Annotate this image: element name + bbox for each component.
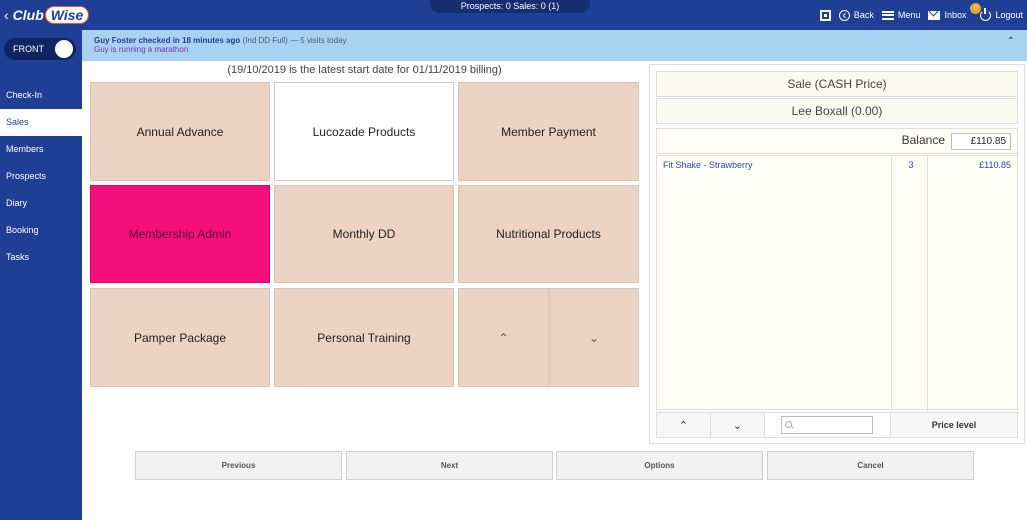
sidebar-item-check-in[interactable]: Check-In	[0, 82, 82, 109]
options-button[interactable]: Options	[556, 451, 763, 480]
sidebar-item-tasks[interactable]: Tasks	[0, 244, 82, 271]
price-level-button[interactable]: Price level	[890, 412, 1018, 438]
chevron-down-icon: ⌄	[588, 330, 600, 345]
product-search-input[interactable]	[781, 416, 873, 434]
back-button[interactable]: ‹ Back	[838, 9, 874, 21]
logout-button[interactable]: Logout	[980, 7, 1023, 21]
tile-member-payment[interactable]: Member Payment	[458, 82, 639, 181]
column-divider	[927, 156, 928, 411]
notification-note: Guy is running a marathon	[94, 45, 189, 54]
top-bar: ‹ Club Wise Prospects: 0 Sales: 0 (1) ‹ …	[0, 0, 1027, 30]
logo-club-text: Club	[12, 7, 44, 23]
inbox-button[interactable]: Inbox 0	[928, 3, 982, 20]
chevron-left-icon: ‹	[4, 7, 9, 23]
sidebar-item-sales[interactable]: Sales	[0, 109, 82, 136]
checkin-notification: Guy Foster checked in 18 minutes ago (In…	[82, 30, 1027, 61]
balance-row: Balance £110.85	[656, 128, 1018, 154]
sidebar-item-members[interactable]: Members	[0, 136, 82, 163]
panel-controls: ⌃ ⌄ Price level	[656, 412, 1018, 438]
sale-line-price: £110.85	[979, 160, 1011, 170]
previous-button[interactable]: Previous	[135, 451, 342, 480]
hamburger-menu-icon	[881, 10, 894, 20]
sale-line-qty: 3	[908, 160, 914, 170]
sale-line-row[interactable]: Fit Shake - Strawberry 3 £110.85	[657, 160, 1017, 174]
menu-button[interactable]: Menu	[881, 10, 921, 20]
balance-value: £110.85	[951, 133, 1011, 150]
tiles-page-down-button[interactable]: ⌄	[549, 288, 639, 387]
qr-button[interactable]	[819, 9, 831, 21]
sale-panel: Sale (CASH Price) Lee Boxall (0.00) Bala…	[649, 64, 1025, 444]
chevron-down-icon: ⌄	[732, 419, 743, 432]
tiles-page-up-button[interactable]: ⌃	[458, 288, 549, 387]
back-label: Back	[853, 10, 874, 20]
balance-label: Balance	[901, 133, 945, 147]
lines-scroll-down-button[interactable]: ⌄	[710, 412, 765, 438]
tile-nutritional-products[interactable]: Nutritional Products	[458, 185, 639, 283]
sale-type-header: Sale (CASH Price)	[656, 71, 1018, 97]
sidebar-item-diary[interactable]: Diary	[0, 190, 82, 217]
front-toggle[interactable]: FRONT	[4, 38, 76, 60]
toggle-knob	[55, 40, 73, 58]
sidebar: FRONT Check-In Sales Members Prospects D…	[0, 30, 82, 520]
tile-lucozade-products[interactable]: Lucozade Products	[274, 82, 454, 181]
notification-line: Guy Foster checked in 18 minutes ago (In…	[94, 36, 347, 45]
tile-personal-training[interactable]: Personal Training	[274, 288, 454, 387]
sale-line-name: Fit Shake - Strawberry	[663, 160, 753, 170]
front-toggle-label: FRONT	[13, 44, 44, 54]
chevron-up-icon: ⌃	[678, 419, 689, 432]
search-icon	[785, 421, 792, 428]
column-divider	[891, 156, 892, 411]
qr-code-icon	[819, 9, 831, 21]
billing-info: (19/10/2019 is the latest start date for…	[227, 64, 502, 76]
next-button[interactable]: Next	[346, 451, 553, 480]
envelope-icon	[928, 10, 941, 20]
notification-checked-in[interactable]: Guy Foster checked in 18 minutes ago	[94, 36, 240, 45]
chevron-up-icon[interactable]: ⌃	[1007, 36, 1015, 47]
clubwise-logo[interactable]: ‹ Club Wise	[4, 4, 90, 26]
logout-label: Logout	[995, 10, 1023, 20]
tile-pamper-package[interactable]: Pamper Package	[90, 288, 270, 387]
inbox-label: Inbox	[944, 10, 967, 20]
sidebar-nav: Check-In Sales Members Prospects Diary B…	[0, 82, 82, 271]
chevron-up-icon: ⌃	[498, 330, 509, 345]
top-actions: ‹ Back Menu Inbox 0 Logout	[812, 0, 1023, 30]
sidebar-item-prospects[interactable]: Prospects	[0, 163, 82, 190]
power-icon	[980, 7, 992, 21]
back-circle-icon: ‹	[838, 9, 850, 21]
tile-monthly-dd[interactable]: Monthly DD	[274, 185, 454, 283]
notification-details: (Ind DD Full) — 5 visits today	[242, 36, 347, 45]
sidebar-item-booking[interactable]: Booking	[0, 217, 82, 244]
logo-wise-text: Wise	[44, 6, 90, 24]
menu-label: Menu	[897, 10, 921, 20]
customer-header[interactable]: Lee Boxall (0.00)	[656, 98, 1018, 124]
sale-lines-list: Fit Shake - Strawberry 3 £110.85	[656, 155, 1018, 411]
lines-scroll-up-button[interactable]: ⌃	[656, 412, 711, 438]
tile-membership-admin[interactable]: Membership Admin	[90, 185, 270, 283]
cancel-button[interactable]: Cancel	[767, 451, 974, 480]
status-summary: Prospects: 0 Sales: 0 (1)	[430, 0, 590, 13]
tile-annual-advance[interactable]: Annual Advance	[90, 82, 270, 181]
